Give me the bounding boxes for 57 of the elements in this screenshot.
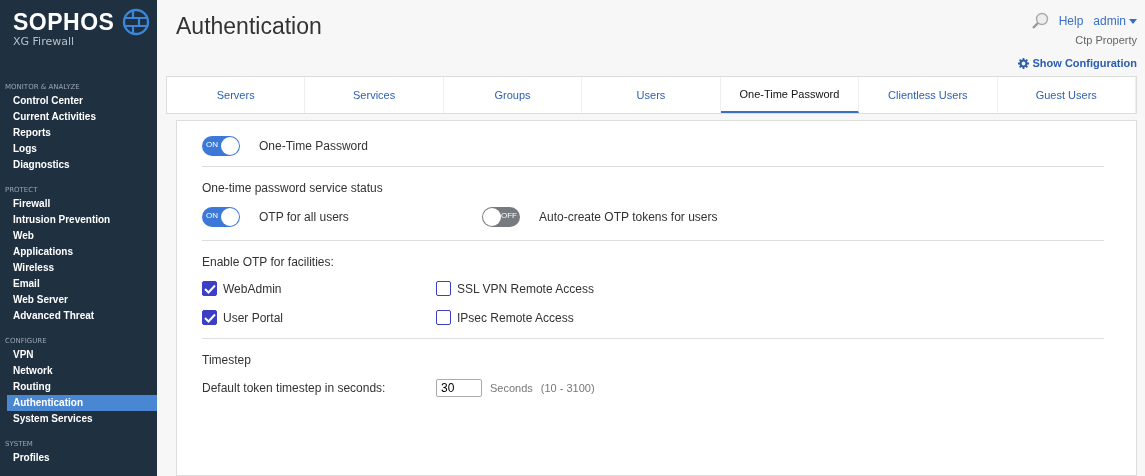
field-label: Default token timestep in seconds: <box>202 381 387 395</box>
toggle-switch[interactable]: ON <box>202 207 240 227</box>
section-heading: Timestep <box>202 353 252 367</box>
nav-item[interactable]: Advanced Threat <box>0 308 157 324</box>
checkbox[interactable] <box>202 310 217 325</box>
tab[interactable]: Groups <box>443 77 583 113</box>
nav-item[interactable]: Profiles <box>0 450 157 466</box>
gear-icon <box>1017 57 1029 69</box>
toggle-switch[interactable]: OFF <box>482 207 520 227</box>
nav-item[interactable]: Applications <box>0 244 157 260</box>
tab[interactable]: Clientless Users <box>859 77 998 113</box>
nav-item[interactable]: Reports <box>0 125 157 141</box>
nav-item[interactable]: VPN <box>0 347 157 363</box>
toggle-label: OTP for all users <box>259 210 349 224</box>
range-hint: (10 - 3100) <box>540 382 595 394</box>
tab[interactable]: Guest Users <box>997 77 1136 113</box>
checkbox[interactable] <box>202 281 217 296</box>
toggle-label: One-Time Password <box>259 139 368 153</box>
tab[interactable]: One-Time Password <box>720 77 860 113</box>
nav-item[interactable]: Email <box>0 276 157 292</box>
unit-label: Seconds <box>490 382 533 394</box>
section-heading: Enable OTP for facilities: <box>202 255 335 269</box>
nav-item[interactable]: Diagnostics <box>0 157 157 173</box>
section-heading: One-time password service status <box>202 181 384 195</box>
page-title: Authentication <box>176 13 322 41</box>
nav-item[interactable]: Control Center <box>0 93 157 109</box>
help-link[interactable]: Help <box>1058 14 1084 28</box>
nav-item[interactable]: Web Server <box>0 292 157 308</box>
tab[interactable]: Services <box>305 77 444 113</box>
nav-item[interactable]: Firewall <box>0 196 157 212</box>
show-configuration-link[interactable]: Show Configuration <box>1017 57 1137 69</box>
brand-logo: SOPHOS <box>13 8 115 36</box>
checkbox-label: WebAdmin <box>223 281 282 296</box>
nav-item[interactable]: Authentication <box>7 395 157 411</box>
checkbox-label: IPsec Remote Access <box>457 310 574 325</box>
user-menu[interactable]: admin <box>1093 14 1137 28</box>
nav-item[interactable]: Intrusion Prevention <box>0 212 157 228</box>
nav-item[interactable]: Current Activities <box>0 109 157 125</box>
property-name: Ctp Property <box>1075 34 1137 46</box>
toggle-switch[interactable]: ON <box>202 136 240 156</box>
tab[interactable]: Users <box>582 77 721 113</box>
nav-item[interactable]: System Services <box>0 411 157 427</box>
toggle-label: Auto-create OTP tokens for users <box>539 210 718 224</box>
checkbox[interactable] <box>436 310 451 325</box>
nav-item[interactable]: Wireless <box>0 260 157 276</box>
checkbox-label: User Portal <box>223 310 284 325</box>
nav-item[interactable]: Network <box>0 363 157 379</box>
checkbox-label: SSL VPN Remote Access <box>457 281 594 296</box>
product-name: XG Firewall <box>13 35 76 48</box>
nav-item[interactable]: Routing <box>0 379 157 395</box>
nav-item[interactable]: Logs <box>0 141 157 157</box>
caret-icon <box>1129 18 1137 24</box>
nav-item[interactable]: Web <box>0 228 157 244</box>
brick-globe-icon <box>122 8 151 36</box>
checkbox[interactable] <box>436 281 451 296</box>
timestep-field[interactable]: 30 <box>436 379 482 397</box>
tab[interactable]: Servers <box>167 77 306 113</box>
